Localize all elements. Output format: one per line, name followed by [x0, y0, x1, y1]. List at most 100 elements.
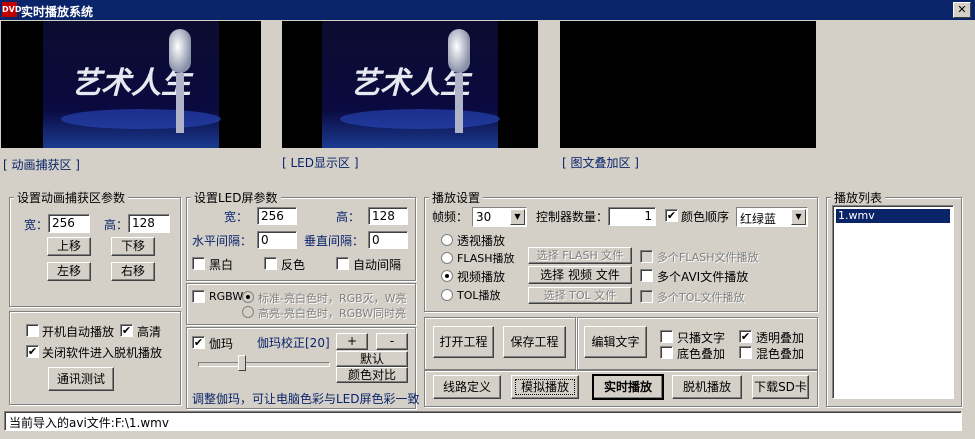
playlist-title: 播放列表: [831, 189, 886, 206]
select-tol-button[interactable]: 选择 TOL 文件: [528, 287, 632, 304]
rgbw-standard-radio[interactable]: [242, 291, 254, 303]
capture-width-label: 宽：: [24, 218, 49, 232]
hd-label: 高清: [137, 325, 162, 339]
color-compare-button[interactable]: 颜色对比: [336, 367, 408, 383]
transparent-overlay-label: 透明叠加: [756, 331, 805, 345]
mode-tol-radio[interactable]: [441, 289, 453, 301]
led-height-input[interactable]: 128: [368, 207, 408, 225]
mode-perspective-label: 透视播放: [457, 234, 506, 248]
move-up-button[interactable]: 上移: [47, 237, 91, 256]
select-flash-button[interactable]: 选择 FLASH 文件: [528, 247, 632, 264]
offline-on-close-checkbox[interactable]: ✔: [26, 345, 39, 358]
hgap-input[interactable]: 0: [257, 231, 297, 249]
led-preview: 艺术人生: [282, 21, 538, 148]
led-settings-title: 设置LED屏参数: [191, 189, 281, 206]
status-bar: 当前导入的avi文件:F:\1.wmv: [4, 411, 962, 431]
playlist-item[interactable]: 1.wmv: [836, 209, 950, 223]
auto-gap-checkbox[interactable]: [336, 257, 349, 270]
color-order-checkbox[interactable]: ✔: [665, 209, 678, 222]
invert-checkbox[interactable]: [264, 257, 277, 270]
rgbw-bright-radio[interactable]: [242, 306, 254, 318]
text-only-label: 只播文字: [677, 331, 726, 345]
controller-count-label: 控制器数量：: [536, 210, 609, 224]
gamma-hint: 调整伽玛，可让电脑色彩与LED屏色彩一致: [192, 392, 420, 406]
capture-preview: 艺术人生: [1, 21, 261, 148]
capture-area-label: [ 动画捕获区 ]: [3, 158, 80, 172]
rgbw-standard-label: 标准-亮白色时，RGB灭，W亮: [258, 292, 407, 305]
playlist-listbox[interactable]: 1.wmv: [832, 205, 954, 399]
window-title: 实时播放系统: [21, 5, 94, 19]
fps-dropdown-icon: ▼: [510, 209, 525, 225]
mix-overlay-label: 混色叠加: [756, 347, 805, 361]
offline-play-button[interactable]: 脱机播放: [672, 375, 742, 399]
simulate-play-button[interactable]: 模拟播放: [511, 375, 579, 399]
color-order-select[interactable]: 红绿蓝 ▼: [736, 207, 808, 227]
fps-value: 30: [476, 210, 492, 224]
color-order-value: 红绿蓝: [740, 212, 777, 226]
fps-label: 帧频：: [432, 210, 469, 224]
multi-tol-checkbox[interactable]: [640, 290, 653, 303]
gamma-slider-thumb[interactable]: [238, 355, 246, 371]
multi-avi-label: 多个AVI文件播放: [657, 270, 749, 284]
fps-select[interactable]: 30 ▼: [472, 207, 527, 227]
mode-flash-label: FLASH播放: [457, 252, 515, 265]
controller-count-input[interactable]: 1: [608, 207, 656, 226]
bw-checkbox[interactable]: [192, 257, 205, 270]
bw-label: 黑白: [209, 258, 234, 272]
transparent-overlay-checkbox[interactable]: ✔: [739, 330, 752, 343]
capture-height-label: 高：: [104, 218, 129, 232]
mix-overlay-checkbox[interactable]: [739, 346, 752, 359]
mode-flash-radio[interactable]: [441, 252, 453, 264]
comm-test-button[interactable]: 通讯测试: [48, 367, 114, 391]
capture-logo-image: 艺术人生: [43, 21, 221, 148]
vgap-input[interactable]: 0: [368, 231, 408, 249]
gamma-minus-button[interactable]: -: [376, 333, 408, 350]
color-order-dropdown-icon: ▼: [791, 209, 806, 225]
rgbw-label: RGBW: [209, 290, 244, 303]
hd-checkbox[interactable]: ✔: [120, 324, 133, 337]
mode-perspective-radio[interactable]: [441, 234, 453, 246]
bg-overlay-label: 底色叠加: [677, 347, 726, 361]
multi-avi-checkbox[interactable]: [640, 269, 653, 282]
download-sd-button[interactable]: 下载SD卡: [752, 375, 809, 399]
mode-video-radio[interactable]: [441, 270, 453, 282]
overlay-area-label: [ 图文叠加区 ]: [562, 156, 639, 170]
auto-gap-label: 自动间隔: [353, 258, 402, 272]
led-height-label: 高：: [336, 210, 361, 224]
line-definition-button[interactable]: 线路定义: [433, 375, 501, 399]
move-down-button[interactable]: 下移: [111, 237, 155, 256]
invert-label: 反色: [281, 258, 306, 272]
bg-overlay-checkbox[interactable]: [660, 346, 673, 359]
autoplay-label: 开机自动播放: [42, 325, 115, 339]
multi-flash-checkbox[interactable]: [640, 250, 653, 263]
select-video-button[interactable]: 选择 视频 文件: [528, 266, 632, 284]
rgbw-checkbox[interactable]: [192, 290, 205, 303]
move-right-button[interactable]: 右移: [111, 262, 155, 281]
gamma-correction-label: 伽玛校正[20]: [257, 336, 330, 350]
mode-video-label: 视频播放: [457, 270, 506, 284]
capture-settings-title: 设置动画捕获区参数: [14, 189, 129, 206]
open-project-button[interactable]: 打开工程: [433, 326, 494, 358]
title-bar: DVD 实时播放系统 ✕: [0, 0, 975, 20]
text-only-checkbox[interactable]: [660, 330, 673, 343]
mode-tol-label: TOL播放: [457, 289, 501, 302]
realtime-play-button[interactable]: 实时播放: [592, 374, 664, 400]
autoplay-checkbox[interactable]: [26, 324, 39, 337]
capture-width-input[interactable]: 256: [48, 214, 90, 233]
led-logo-image: 艺术人生: [322, 21, 500, 148]
move-left-button[interactable]: 左移: [47, 262, 91, 281]
offline-on-close-label: 关闭软件进入脱机播放: [42, 346, 163, 360]
capture-height-input[interactable]: 128: [128, 214, 170, 233]
led-width-label: 宽：: [224, 210, 249, 224]
edit-text-button[interactable]: 编辑文字: [584, 326, 647, 358]
rgbw-bright-label: 高亮-亮白色时，RGBW同时亮: [258, 307, 407, 320]
vgap-label: 垂直间隔：: [304, 234, 365, 248]
play-settings-title: 播放设置: [429, 189, 484, 206]
gamma-plus-button[interactable]: +: [336, 333, 368, 350]
multi-tol-label: 多个TOL文件播放: [657, 291, 745, 304]
gamma-default-button[interactable]: 默认: [336, 351, 408, 367]
save-project-button[interactable]: 保存工程: [503, 326, 566, 358]
led-width-input[interactable]: 256: [257, 207, 297, 225]
gamma-checkbox[interactable]: ✔: [192, 336, 205, 349]
close-button[interactable]: ✕: [953, 2, 971, 18]
